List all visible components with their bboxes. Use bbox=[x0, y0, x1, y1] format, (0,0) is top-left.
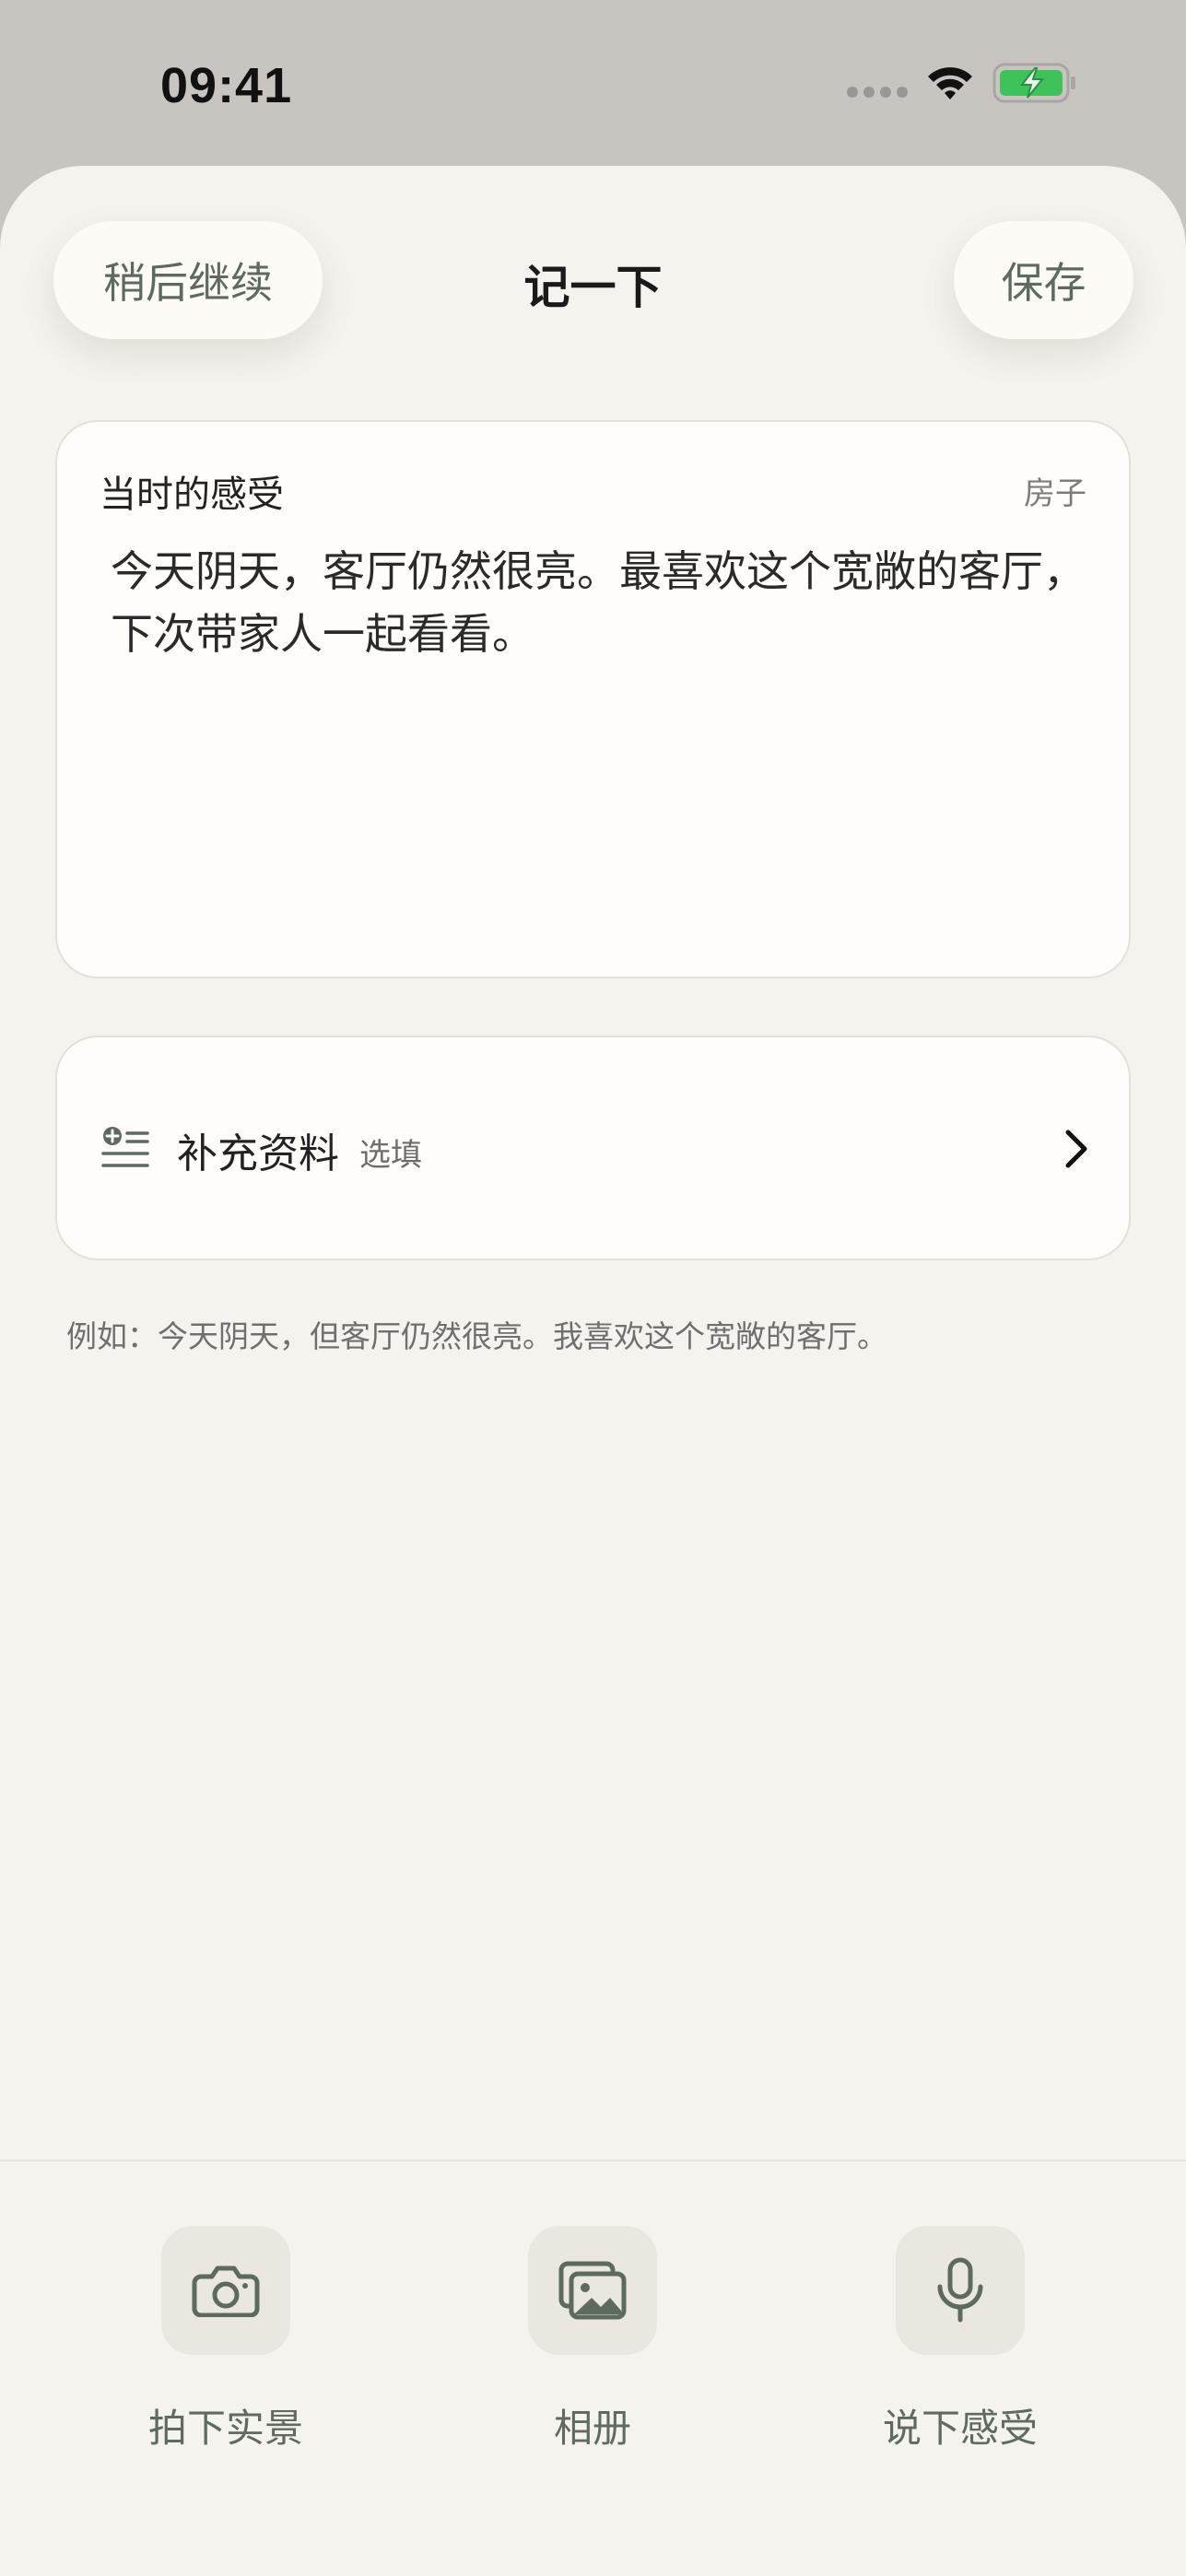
voice-button[interactable] bbox=[896, 2226, 1025, 2355]
bottom-action-bar: 拍下实景 相册 说下感受 bbox=[0, 2160, 1186, 2576]
status-time: 09:41 bbox=[160, 58, 293, 113]
microphone-icon bbox=[937, 2257, 983, 2323]
status-bar: 09:41 bbox=[0, 0, 1186, 166]
take-photo-button[interactable] bbox=[161, 2226, 290, 2355]
category-tag: 房子 bbox=[1024, 475, 1086, 512]
wifi-icon bbox=[928, 67, 972, 100]
list-add-icon bbox=[101, 1127, 149, 1167]
album-label: 相册 bbox=[553, 2406, 631, 2451]
note-sheet: 稍后继续 记一下 保存 当时的感受 房子 今天阴天，客厅仍然很亮。最喜欢这个宽敞… bbox=[0, 166, 1186, 2576]
take-photo-label: 拍下实景 bbox=[147, 2406, 303, 2451]
gallery-icon bbox=[558, 2261, 627, 2320]
status-icons bbox=[847, 63, 1077, 103]
save-button[interactable]: 保存 bbox=[954, 221, 1133, 339]
extra-info-title: 补充资料 bbox=[177, 1130, 339, 1177]
feeling-card[interactable]: 当时的感受 房子 今天阴天，客厅仍然很亮。最喜欢这个宽敞的客厅，下次带家人一起看… bbox=[55, 420, 1131, 978]
example-hint: 例如：今天阴天，但客厅仍然很亮。我喜欢这个宽敞的客厅。 bbox=[66, 1318, 887, 1354]
voice-label: 说下感受 bbox=[882, 2406, 1038, 2451]
feeling-label: 当时的感受 bbox=[100, 474, 284, 516]
extra-info-row[interactable]: 补充资料 选填 bbox=[55, 1036, 1131, 1260]
camera-icon bbox=[192, 2266, 260, 2317]
feeling-textarea[interactable]: 今天阴天，客厅仍然很亮。最喜欢这个宽敞的客厅，下次带家人一起看看。 bbox=[111, 540, 1087, 665]
battery-charging-icon bbox=[992, 63, 1075, 103]
optional-label: 选填 bbox=[359, 1137, 422, 1174]
chevron-right-icon bbox=[1065, 1130, 1087, 1168]
signal-icon bbox=[847, 87, 908, 98]
album-button[interactable] bbox=[528, 2226, 657, 2355]
